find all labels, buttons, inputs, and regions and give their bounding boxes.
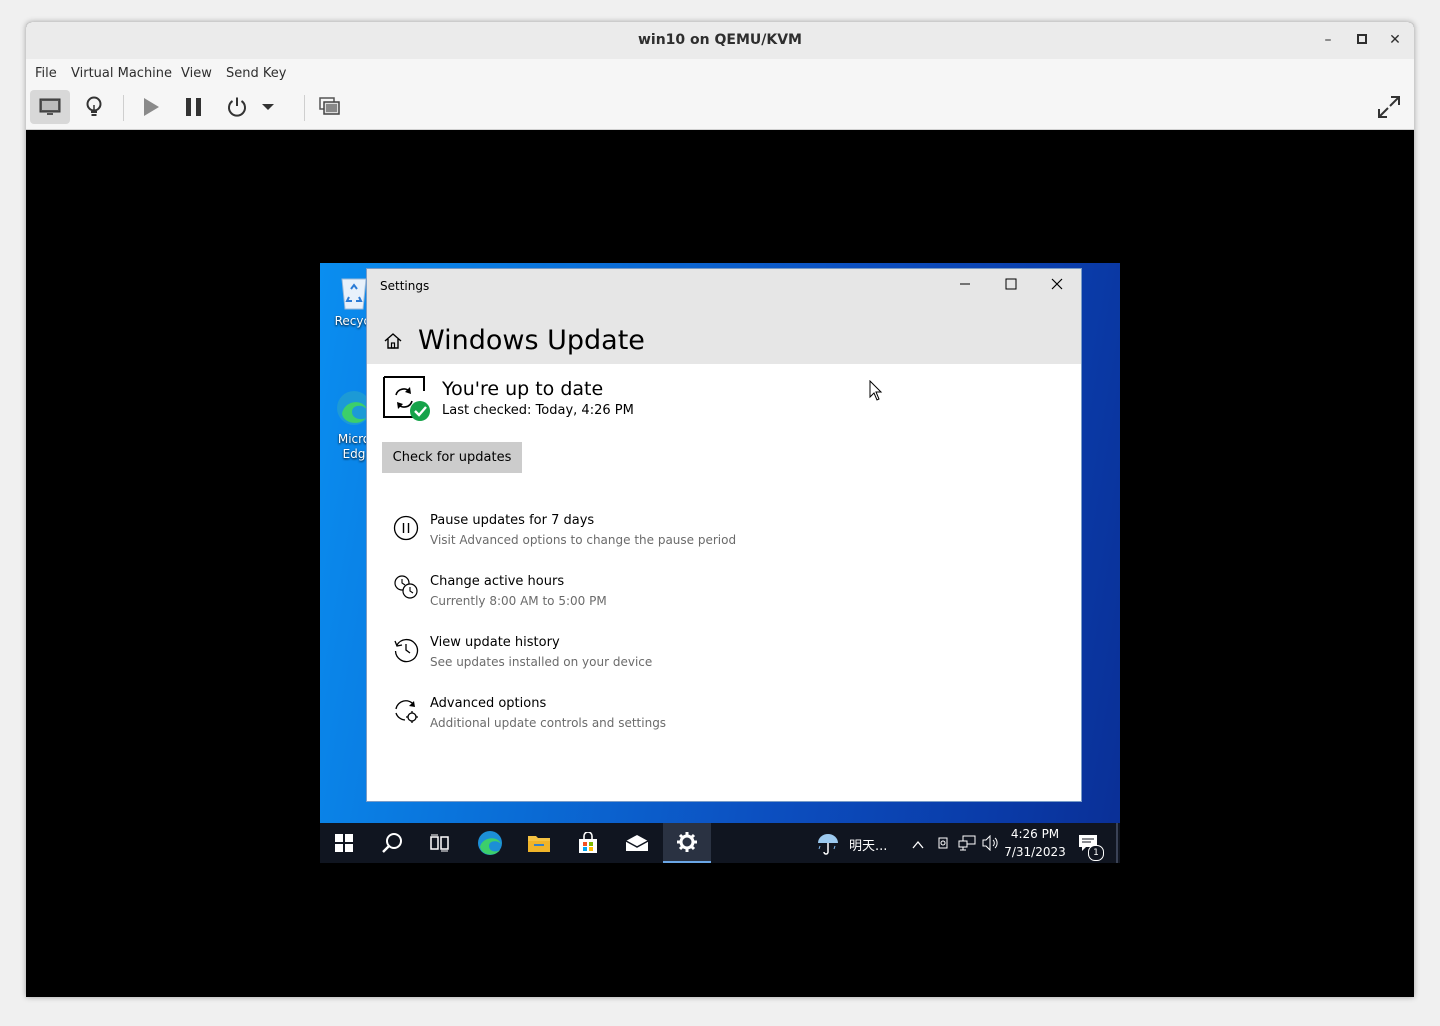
umbrella-rain-icon <box>818 834 838 855</box>
chevron-up-icon <box>912 840 924 849</box>
device-icon <box>938 837 948 849</box>
status-title: You're up to date <box>442 378 604 400</box>
settings-minimize-button[interactable] <box>942 275 988 299</box>
clock-icon <box>394 575 418 599</box>
task-view-icon <box>430 834 449 852</box>
volume-button[interactable] <box>982 834 1000 856</box>
option-subtitle: See updates installed on your device <box>430 655 653 669</box>
last-checked-text: Last checked: Today, 4:26 PM <box>442 403 634 418</box>
option-title: Advanced options <box>430 696 547 711</box>
vm-host-window: win10 on QEMU/KVM – ✕ File Virtual Machi… <box>26 22 1414 997</box>
option-advanced[interactable]: Advanced options Additional update contr… <box>391 696 991 740</box>
network-icon <box>958 835 976 851</box>
pause-icon <box>186 98 201 116</box>
clock-time: 4:26 PM <box>1010 827 1060 841</box>
guest-display[interactable]: Recycl Micro Edg Settings Windows Update <box>320 263 1120 863</box>
shutdown-button[interactable] <box>217 90 257 124</box>
maximize-button[interactable] <box>1352 30 1372 50</box>
minimize-icon <box>960 283 970 285</box>
power-icon <box>228 97 246 117</box>
home-button[interactable] <box>383 331 403 356</box>
task-view-button[interactable] <box>416 823 464 863</box>
maximize-icon <box>1005 278 1017 290</box>
menu-view[interactable]: View <box>181 66 212 81</box>
title-bar: win10 on QEMU/KVM – ✕ <box>26 22 1414 60</box>
option-pause-updates[interactable]: Pause updates for 7 days Visit Advanced … <box>391 513 991 557</box>
toolbar-separator <box>304 95 305 121</box>
menu-bar: File Virtual Machine View Send Key <box>26 59 1414 87</box>
menu-send-key[interactable]: Send Key <box>226 66 286 81</box>
lightbulb-icon <box>86 96 102 116</box>
close-icon <box>1051 278 1063 290</box>
shutdown-menu-button[interactable] <box>256 90 280 124</box>
snapshots-button[interactable] <box>310 90 350 124</box>
taskbar: 明天... 4:26 PM 7/31/2023 1 <box>320 823 1120 863</box>
pause-button[interactable] <box>174 90 214 124</box>
toolbar <box>26 87 1414 130</box>
gear-sync-icon <box>395 700 418 723</box>
home-icon <box>384 333 402 349</box>
windows-logo-icon <box>335 834 353 852</box>
option-title: Change active hours <box>430 574 565 589</box>
details-view-button[interactable] <box>74 90 114 124</box>
network-button[interactable] <box>958 835 976 856</box>
notification-badge: 1 <box>1088 845 1104 861</box>
run-button[interactable] <box>131 90 171 124</box>
start-button[interactable] <box>320 823 368 863</box>
mail-icon <box>625 835 649 851</box>
clock[interactable]: 4:26 PM 7/31/2023 <box>1004 827 1066 859</box>
update-status-icon <box>382 375 432 428</box>
option-title: Pause updates for 7 days <box>430 513 595 528</box>
fullscreen-button[interactable] <box>1369 90 1409 124</box>
edge-icon <box>478 831 502 855</box>
action-center-button[interactable]: 1 <box>1078 833 1104 861</box>
window-title: win10 on QEMU/KVM <box>637 32 802 48</box>
page-title: Windows Update <box>418 325 645 356</box>
console-view-button[interactable] <box>30 90 70 124</box>
sync-check-icon <box>383 376 430 421</box>
minimize-button[interactable]: – <box>1318 30 1338 50</box>
history-icon <box>394 638 419 663</box>
snapshot-icon <box>319 97 340 115</box>
settings-close-button[interactable] <box>1034 275 1080 299</box>
chevron-down-icon <box>262 104 274 110</box>
option-active-hours[interactable]: Change active hours Currently 8:00 AM to… <box>391 574 991 618</box>
gear-icon <box>677 832 697 852</box>
tray-icon-device[interactable] <box>936 835 950 856</box>
taskbar-file-explorer[interactable] <box>515 823 563 863</box>
show-hidden-icons-button[interactable] <box>912 837 924 855</box>
toolbar-separator <box>123 95 124 121</box>
monitor-icon <box>39 98 61 115</box>
taskbar-mail[interactable] <box>613 823 661 863</box>
weather-widget[interactable] <box>816 832 840 861</box>
speaker-icon <box>982 834 998 852</box>
option-title: View update history <box>430 635 560 650</box>
folder-icon <box>528 836 550 852</box>
taskbar-edge[interactable] <box>466 823 514 863</box>
settings-window: Settings Windows Update You're up to dat… <box>366 268 1082 802</box>
mouse-cursor-icon <box>869 380 883 401</box>
search-button[interactable] <box>368 823 416 863</box>
close-button[interactable]: ✕ <box>1385 30 1405 50</box>
play-icon <box>144 98 159 116</box>
taskbar-store[interactable] <box>564 823 612 863</box>
pause-icon <box>393 515 419 541</box>
clock-date: 7/31/2023 <box>1004 845 1066 859</box>
option-subtitle: Additional update controls and settings <box>430 716 667 730</box>
taskbar-settings[interactable] <box>663 823 711 863</box>
settings-window-title: Settings <box>380 279 430 293</box>
menu-virtual-machine[interactable]: Virtual Machine <box>71 66 172 81</box>
search-icon <box>382 833 402 853</box>
settings-maximize-button[interactable] <box>988 275 1034 299</box>
option-update-history[interactable]: View update history See updates installe… <box>391 635 991 679</box>
show-desktop-button[interactable] <box>1116 823 1118 863</box>
menu-file[interactable]: File <box>35 66 57 81</box>
expand-icon <box>1378 96 1400 118</box>
weather-text[interactable]: 明天... <box>849 835 887 854</box>
check-for-updates-button[interactable]: Check for updates <box>382 442 522 473</box>
option-subtitle: Currently 8:00 AM to 5:00 PM <box>430 594 607 608</box>
store-icon <box>579 832 597 853</box>
option-subtitle: Visit Advanced options to change the pau… <box>430 533 737 547</box>
